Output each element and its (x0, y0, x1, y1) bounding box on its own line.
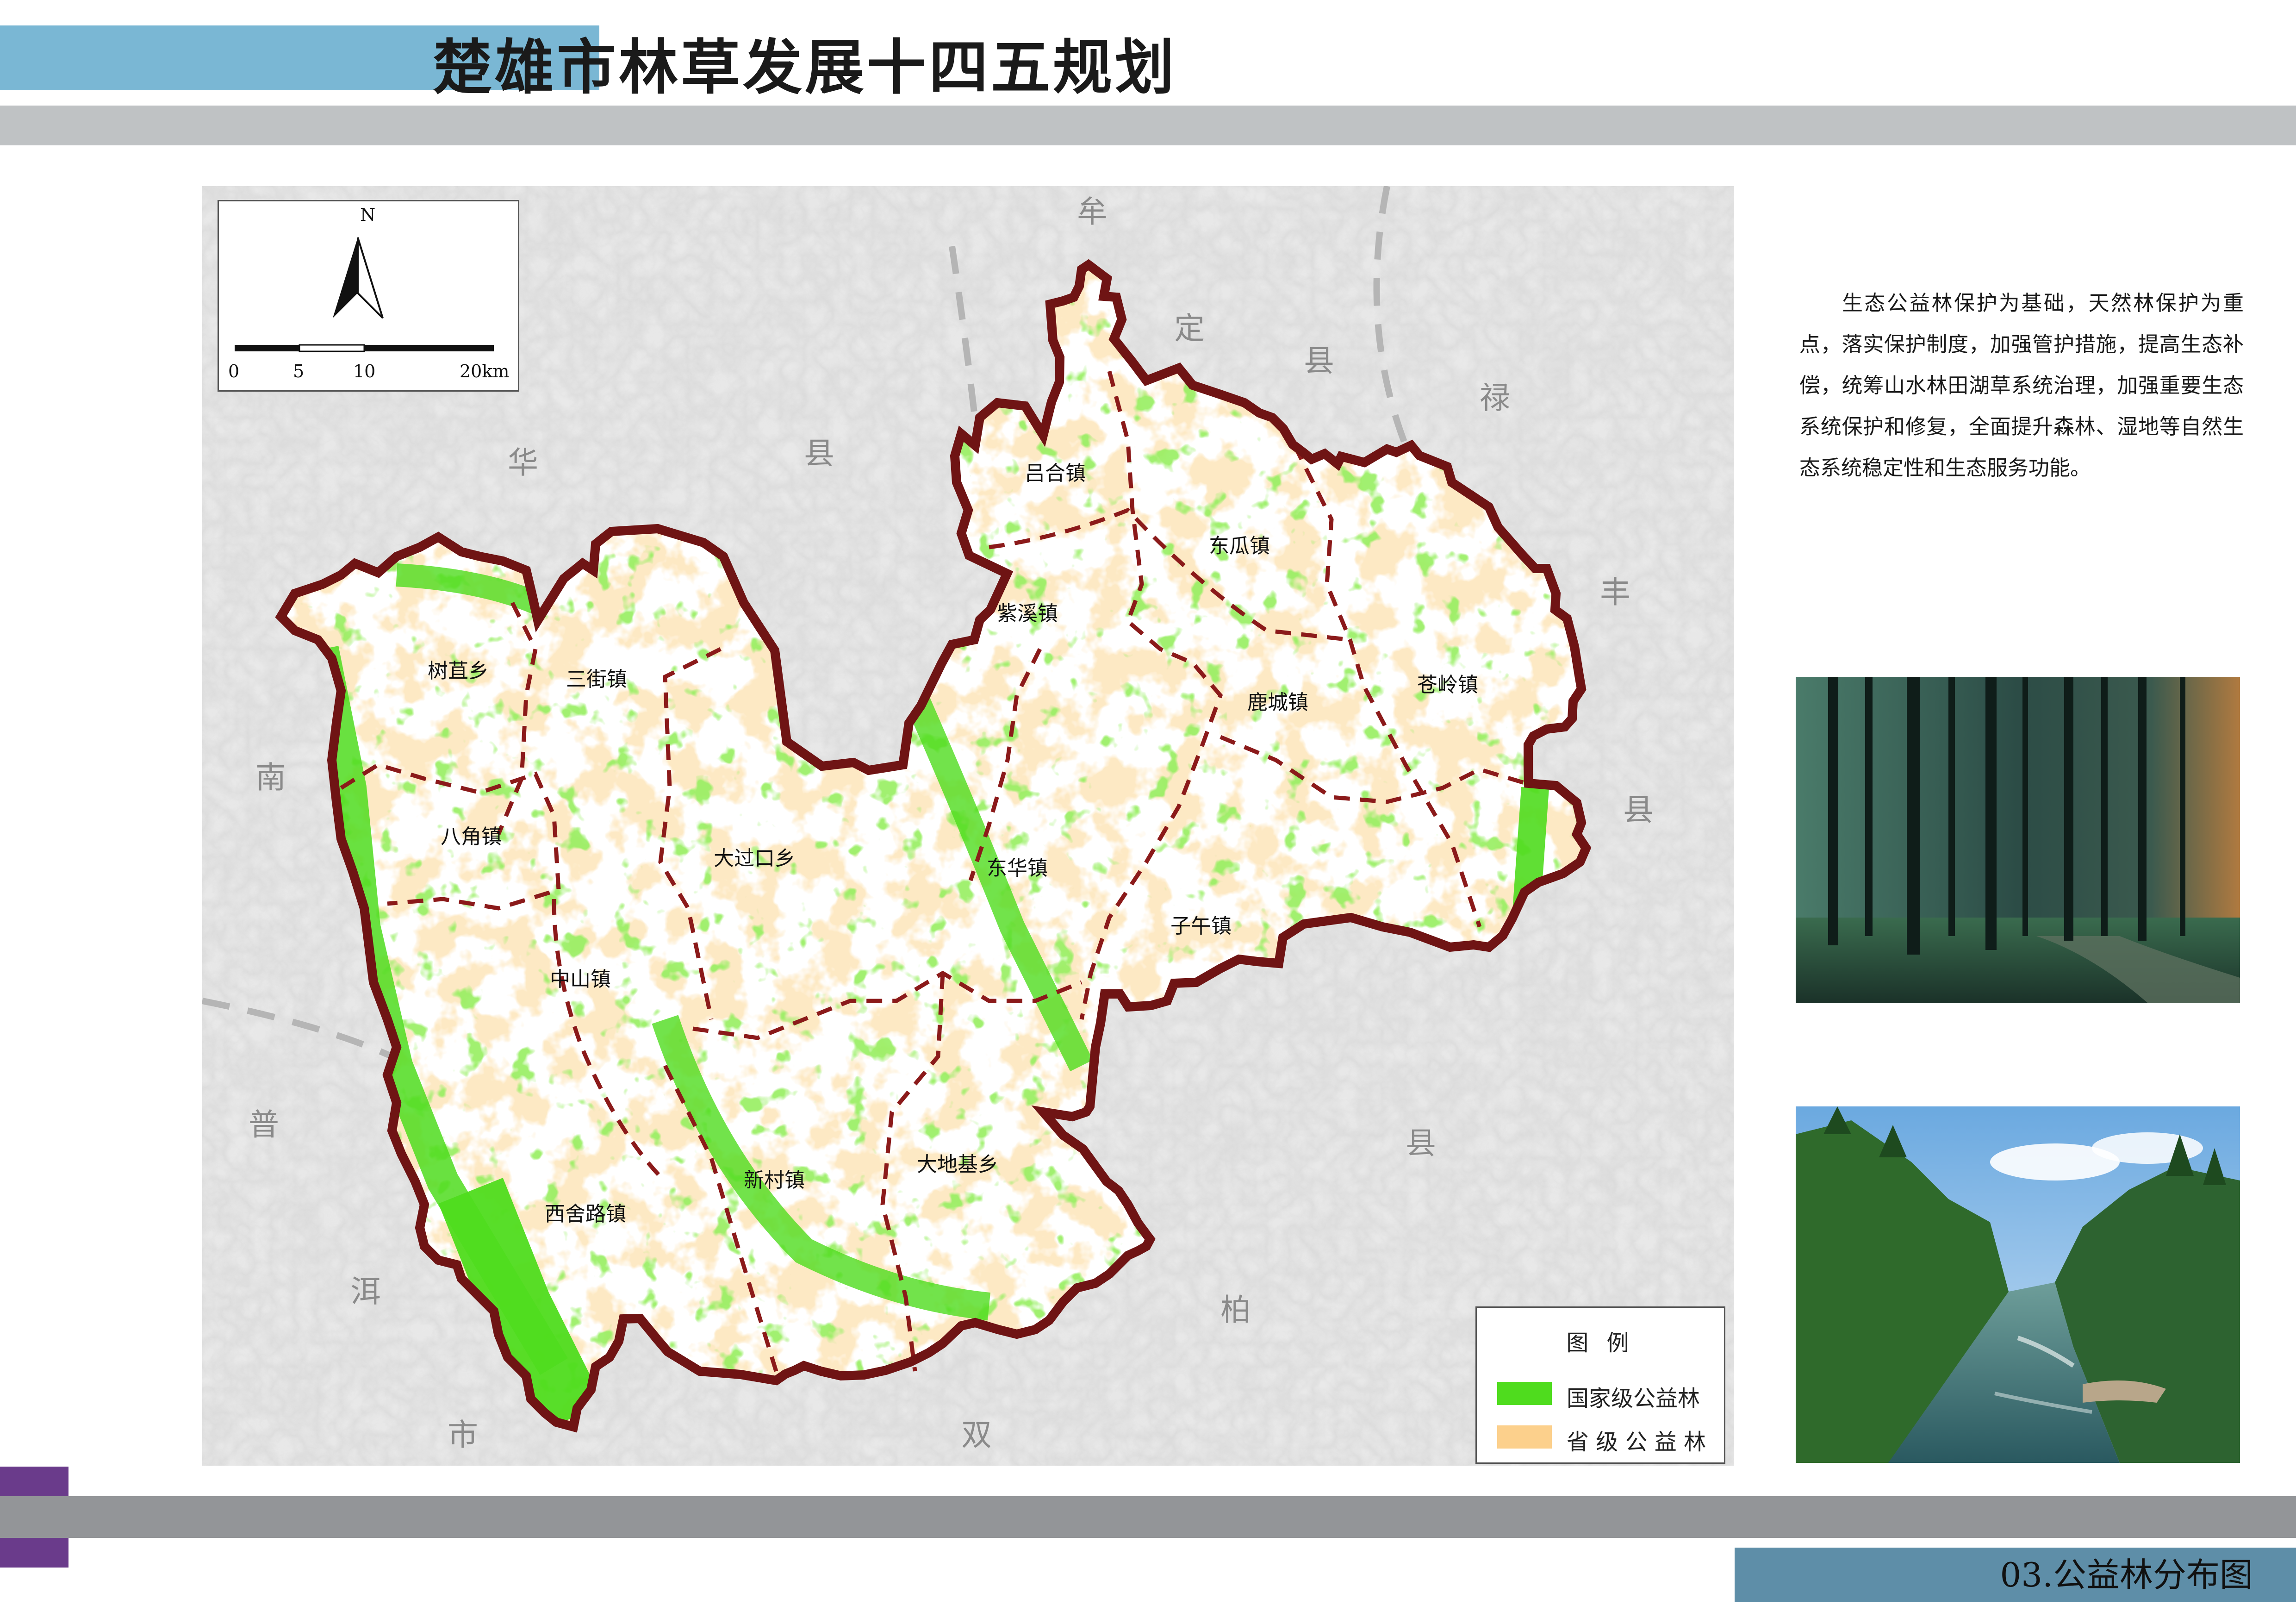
town-label: 紫溪镇 (997, 602, 1058, 625)
forest-path-photo (1796, 677, 2240, 1003)
neighbor-label: 县 (1304, 343, 1334, 379)
map-subtitle: 03.公益林分布图 (2000, 1555, 2253, 1594)
town-label: 大过口乡 (714, 847, 795, 870)
description-text: 生态公益林保护为基础，天然林保护为重点，落实保护制度，加强管护措施，提高生态补偿… (1799, 291, 2244, 480)
town-label: 西舍路镇 (545, 1202, 626, 1226)
neighbor-label: 县 (1406, 1125, 1436, 1161)
legend-title: 图 例 (1566, 1330, 1635, 1356)
scale-bar (364, 345, 494, 351)
neighbor-label: 洱 (350, 1274, 381, 1309)
town-label: 八角镇 (441, 825, 502, 849)
scale-label: 5 (293, 361, 304, 381)
neighbor-label: 华 (508, 445, 538, 481)
north-arrow-icon (333, 237, 358, 318)
legend-label: 国家级公益林 (1567, 1386, 1700, 1412)
town-label: 苍岭镇 (1417, 673, 1478, 697)
scale-label: 10 (353, 361, 375, 381)
town-label: 树苴乡 (428, 659, 489, 683)
neighbor-label: 牟 (1077, 194, 1108, 230)
town-label: 新村镇 (744, 1168, 805, 1192)
legend-label: 省 级 公 益 林 (1567, 1429, 1706, 1455)
compass-scale-graphic: N 0 5 10 20km (228, 205, 509, 381)
town-label: 鹿城镇 (1247, 691, 1308, 714)
neighbor-label: 县 (1623, 792, 1654, 828)
town-label: 吕合镇 (1025, 462, 1086, 485)
river-valley-photo (1796, 1106, 2240, 1463)
town-label: 中山镇 (550, 968, 611, 991)
neighbor-label: 南 (255, 760, 286, 795)
town-label: 东瓜镇 (1209, 534, 1270, 558)
footer-divider-band (0, 1496, 2296, 1538)
legend-swatch-provincial (1497, 1425, 1552, 1449)
neighbor-label: 双 (961, 1417, 992, 1453)
neighbor-label: 柏 (1220, 1292, 1251, 1328)
scale-label: 20km (460, 361, 509, 381)
header-divider-band (0, 106, 2296, 145)
neighbor-label: 定 (1174, 311, 1205, 346)
town-label: 东华镇 (987, 856, 1048, 880)
neighbor-label: 禄 (1480, 380, 1510, 416)
map-legend: 图 例 国家级公益林 省 级 公 益 林 (1475, 1306, 1725, 1464)
north-arrow-scale-box: N 0 5 10 20km (218, 200, 519, 392)
neighbor-label: 市 (448, 1417, 478, 1453)
scale-label: 0 (228, 361, 239, 381)
neighbor-label: 普 (249, 1107, 279, 1143)
north-label: N (360, 205, 375, 225)
town-label: 三街镇 (566, 668, 627, 691)
town-label: 大地基乡 (917, 1153, 998, 1176)
town-label: 子午镇 (1170, 914, 1232, 938)
neighbor-label: 县 (804, 436, 834, 471)
neighbor-label: 丰 (1600, 575, 1630, 610)
page-title: 楚雄市林草发展十四五规划 (433, 33, 1177, 102)
legend-swatch-national (1497, 1382, 1552, 1405)
